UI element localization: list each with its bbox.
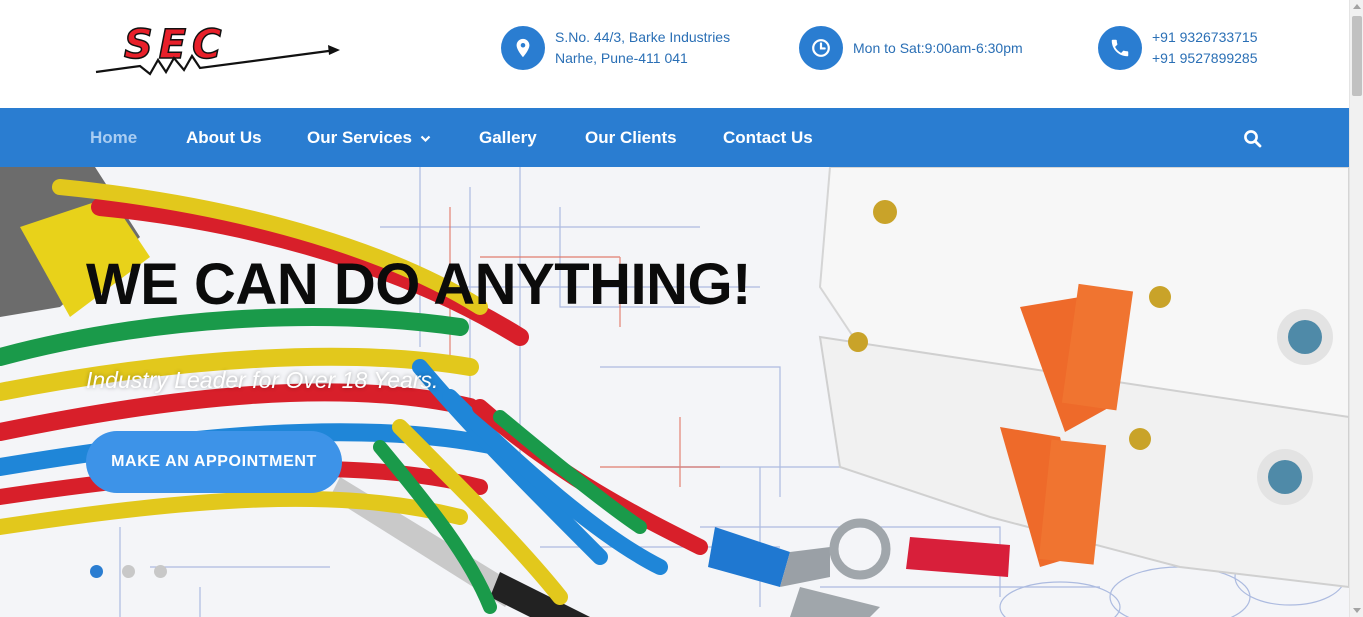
address-line-1: S.No. 44/3, Barke Industries (555, 29, 731, 45)
phone-number-1[interactable]: +91 9326733715 (1152, 27, 1258, 48)
page-scrollbar[interactable] (1349, 0, 1363, 617)
scrollbar-thumb[interactable] (1352, 16, 1362, 96)
hero-title: WE CAN DO ANYTHING! (86, 252, 751, 317)
sec-logo-graphic: SEC (95, 21, 340, 76)
nav-item-about-us[interactable]: About Us (186, 108, 262, 167)
nav-item-contact-us[interactable]: Contact Us (723, 108, 813, 167)
make-appointment-button[interactable]: MAKE AN APPOINTMENT (86, 431, 342, 493)
chevron-down-icon (420, 135, 431, 142)
business-hours: Mon to Sat:9:00am-6:30pm (853, 39, 1023, 56)
address-info: S.No. 44/3, Barke Industries Narhe, Pune… (501, 26, 731, 70)
nav-item-our-clients[interactable]: Our Clients (585, 108, 677, 167)
location-pin-icon (501, 26, 545, 70)
site-logo[interactable]: SEC (92, 14, 342, 78)
nav-item-home[interactable]: Home (90, 108, 137, 167)
nav-item-our-services[interactable]: Our Services (307, 108, 431, 167)
phone-info: +91 9326733715 +91 9527899285 (1098, 26, 1258, 70)
nav-item-gallery[interactable]: Gallery (479, 108, 537, 167)
hero-slider: WE CAN DO ANYTHING! Industry Leader for … (0, 167, 1349, 617)
phone-icon (1098, 26, 1142, 70)
slider-dot-2[interactable] (122, 565, 135, 578)
phone-number-2[interactable]: +91 9527899285 (1152, 48, 1258, 69)
slider-pagination (90, 565, 186, 578)
hero-subtitle: Industry Leader for Over 18 Years. (86, 367, 439, 393)
address-line-2: Narhe, Pune-411 041 (555, 50, 688, 66)
scroll-down-arrow-icon[interactable] (1350, 603, 1363, 617)
slider-dot-1[interactable] (90, 565, 103, 578)
hours-info: Mon to Sat:9:00am-6:30pm (799, 26, 1029, 70)
nav-item-our-services-label: Our Services (307, 128, 412, 147)
clock-icon (799, 26, 843, 70)
slider-dot-3[interactable] (154, 565, 167, 578)
site-header: SEC S.No. 44/3, Barke Industries Narhe, … (0, 0, 1349, 108)
search-icon[interactable] (1243, 129, 1263, 149)
main-navigation: Home About Us Our Services Gallery Our C… (0, 108, 1349, 167)
scroll-up-arrow-icon[interactable] (1350, 0, 1363, 14)
